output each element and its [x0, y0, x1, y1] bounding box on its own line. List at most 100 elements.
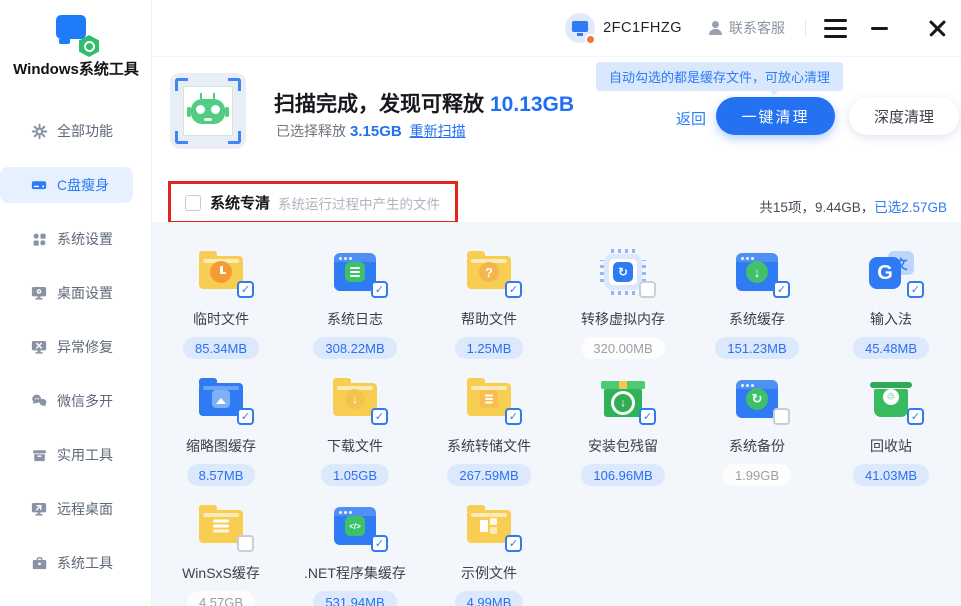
item-checkbox[interactable]: ✓: [505, 281, 522, 298]
item-checkbox[interactable]: ✓: [237, 408, 254, 425]
cleanup-item[interactable]: ♲✓回收站41.03MB: [824, 375, 958, 494]
cleanup-item[interactable]: ?✓帮助文件1.25MB: [422, 248, 556, 367]
deep-clean-button[interactable]: 深度清理: [849, 97, 959, 135]
sidebar-item-label: 系统设置: [57, 229, 113, 249]
selected-stats: 已选2.57GB: [874, 200, 947, 215]
cleanup-item[interactable]: WinSxS缓存4.57GB: [154, 502, 288, 606]
sidebar-item-wechat-multi[interactable]: 微信多开: [0, 383, 133, 419]
rescan-link[interactable]: 重新扫描: [410, 123, 466, 139]
system-clean-section-highlight: 系统专清 系统运行过程中产生的文件: [168, 181, 458, 224]
sidebar-item-system-tools[interactable]: 系统工具: [0, 545, 133, 581]
window-code-icon: </>✓: [331, 502, 379, 550]
item-size-badge: 531.94MB: [313, 591, 396, 606]
avatar-monitor-icon: [572, 21, 588, 32]
sidebar-item-utilities[interactable]: 实用工具: [0, 437, 133, 473]
item-size-badge: 85.34MB: [183, 337, 259, 359]
close-button[interactable]: [928, 19, 947, 38]
item-checkbox[interactable]: ✓: [371, 408, 388, 425]
item-label: 安装包残留: [588, 436, 658, 456]
sidebar-item-label: 系统工具: [57, 553, 113, 573]
sidebar-item-remote-desktop[interactable]: 远程桌面: [0, 491, 133, 527]
sidebar-item-error-repair[interactable]: 异常修复: [0, 329, 133, 365]
cleanup-item[interactable]: ↻转移虚拟内存320.00MB: [556, 248, 690, 367]
cleanup-item[interactable]: </>✓.NET程序集缓存531.94MB: [288, 502, 422, 606]
cleanup-item[interactable]: ↓✓下载文件1.05GB: [288, 375, 422, 494]
folder-layers-icon: [197, 502, 245, 550]
item-checkbox[interactable]: ✓: [639, 408, 656, 425]
account-id[interactable]: 2FC1FHZG: [603, 20, 682, 36]
section-title: 系统专清: [210, 192, 270, 213]
minimize-button[interactable]: [871, 27, 888, 30]
item-checkbox[interactable]: [773, 408, 790, 425]
folder-download-icon: ↓✓: [331, 375, 379, 423]
account-avatar[interactable]: [565, 13, 595, 43]
app-window: Windows系统工具 全部功能 C盘瘦身系统设置桌面设置异常修复微信多开实用工具…: [0, 0, 961, 606]
scan-robot-illustration: [170, 73, 246, 149]
section-checkbox[interactable]: [185, 195, 201, 211]
cleanup-item[interactable]: ✓示例文件4.99MB: [422, 502, 556, 606]
titlebar: 2FC1FHZG 联系客服: [152, 0, 961, 57]
item-size-badge: 4.57GB: [187, 591, 255, 606]
app-logo-icon: [56, 15, 96, 51]
item-checkbox[interactable]: ✓: [371, 535, 388, 552]
contact-support-label: 联系客服: [729, 18, 785, 38]
cleanup-item[interactable]: ↻系统备份1.99GB: [690, 375, 824, 494]
sidebar-item-system-settings[interactable]: 系统设置: [0, 221, 133, 257]
robot-icon: [191, 99, 225, 124]
person-icon: [708, 21, 723, 35]
item-label: 下载文件: [327, 436, 383, 456]
item-checkbox[interactable]: ✓: [505, 408, 522, 425]
backup-refresh-badge-icon: ↻: [746, 388, 768, 410]
cleanup-item[interactable]: ✓系统转储文件267.59MB: [422, 375, 556, 494]
scan-result-title: 扫描完成，发现可释放10.13GB: [274, 88, 574, 118]
translate-icon: 文G✓: [867, 248, 915, 296]
item-checkbox[interactable]: [237, 535, 254, 552]
recycle-bin-icon: ♲✓: [867, 375, 915, 423]
cleanup-item[interactable]: ↓✓系统缓存151.23MB: [690, 248, 824, 367]
sidebar-item-label: 实用工具: [57, 445, 113, 465]
cleanup-item[interactable]: ✓临时文件85.34MB: [154, 248, 288, 367]
scan-total-size: 10.13GB: [490, 93, 574, 116]
download-badge-icon: ↓: [345, 389, 365, 409]
cleanup-item[interactable]: ✓系统日志308.22MB: [288, 248, 422, 367]
folder-dump-icon: ✓: [465, 375, 513, 423]
app-title: Windows系统工具: [0, 58, 152, 79]
item-size-badge: 1.25MB: [455, 337, 524, 359]
folder-question-icon: ?✓: [465, 248, 513, 296]
item-size-badge: 45.48MB: [853, 337, 929, 359]
item-label: 示例文件: [461, 563, 517, 583]
item-checkbox[interactable]: ✓: [237, 281, 254, 298]
item-checkbox[interactable]: ✓: [371, 281, 388, 298]
cleanup-item[interactable]: 文G✓输入法45.48MB: [824, 248, 958, 367]
section-description: 系统运行过程中产生的文件: [278, 193, 440, 213]
package-download-icon: ↓✓: [599, 375, 647, 423]
sidebar-item-label: C盘瘦身: [57, 175, 109, 195]
item-label: 缩略图缓存: [186, 436, 256, 456]
layers-badge-icon: [211, 520, 231, 533]
back-link[interactable]: 返回: [676, 108, 706, 129]
titlebar-divider: [805, 19, 806, 37]
item-checkbox[interactable]: ✓: [907, 281, 924, 298]
cleanup-item[interactable]: ↓✓安装包残留106.96MB: [556, 375, 690, 494]
folder-image-icon: ✓: [197, 375, 245, 423]
cleanup-item[interactable]: ✓缩略图缓存8.57MB: [154, 375, 288, 494]
sidebar-item-c-drive-slim[interactable]: C盘瘦身: [0, 167, 133, 203]
item-checkbox[interactable]: ✓: [907, 408, 924, 425]
selected-size: 3.15GB: [350, 123, 402, 140]
one-click-clean-button[interactable]: 一键清理: [716, 97, 835, 135]
sidebar-item-desktop-settings[interactable]: 桌面设置: [0, 275, 133, 311]
chip-refresh-icon: ↻: [599, 248, 647, 296]
item-label: 转移虚拟内存: [581, 309, 665, 329]
clock-badge-icon: [210, 261, 232, 283]
monitor-fix-icon: [30, 338, 48, 356]
item-checkbox[interactable]: [639, 281, 656, 298]
sidebar: Windows系统工具 全部功能 C盘瘦身系统设置桌面设置异常修复微信多开实用工具…: [0, 0, 152, 606]
item-checkbox[interactable]: ✓: [505, 535, 522, 552]
box-icon: [30, 446, 48, 464]
hamburger-menu-button[interactable]: [824, 19, 847, 38]
item-size-badge: 308.22MB: [313, 337, 396, 359]
window-download-icon: ↓✓: [733, 248, 781, 296]
sidebar-item-all-features[interactable]: 全部功能: [0, 113, 133, 149]
item-checkbox[interactable]: ✓: [773, 281, 790, 298]
contact-support-button[interactable]: 联系客服: [708, 18, 785, 38]
